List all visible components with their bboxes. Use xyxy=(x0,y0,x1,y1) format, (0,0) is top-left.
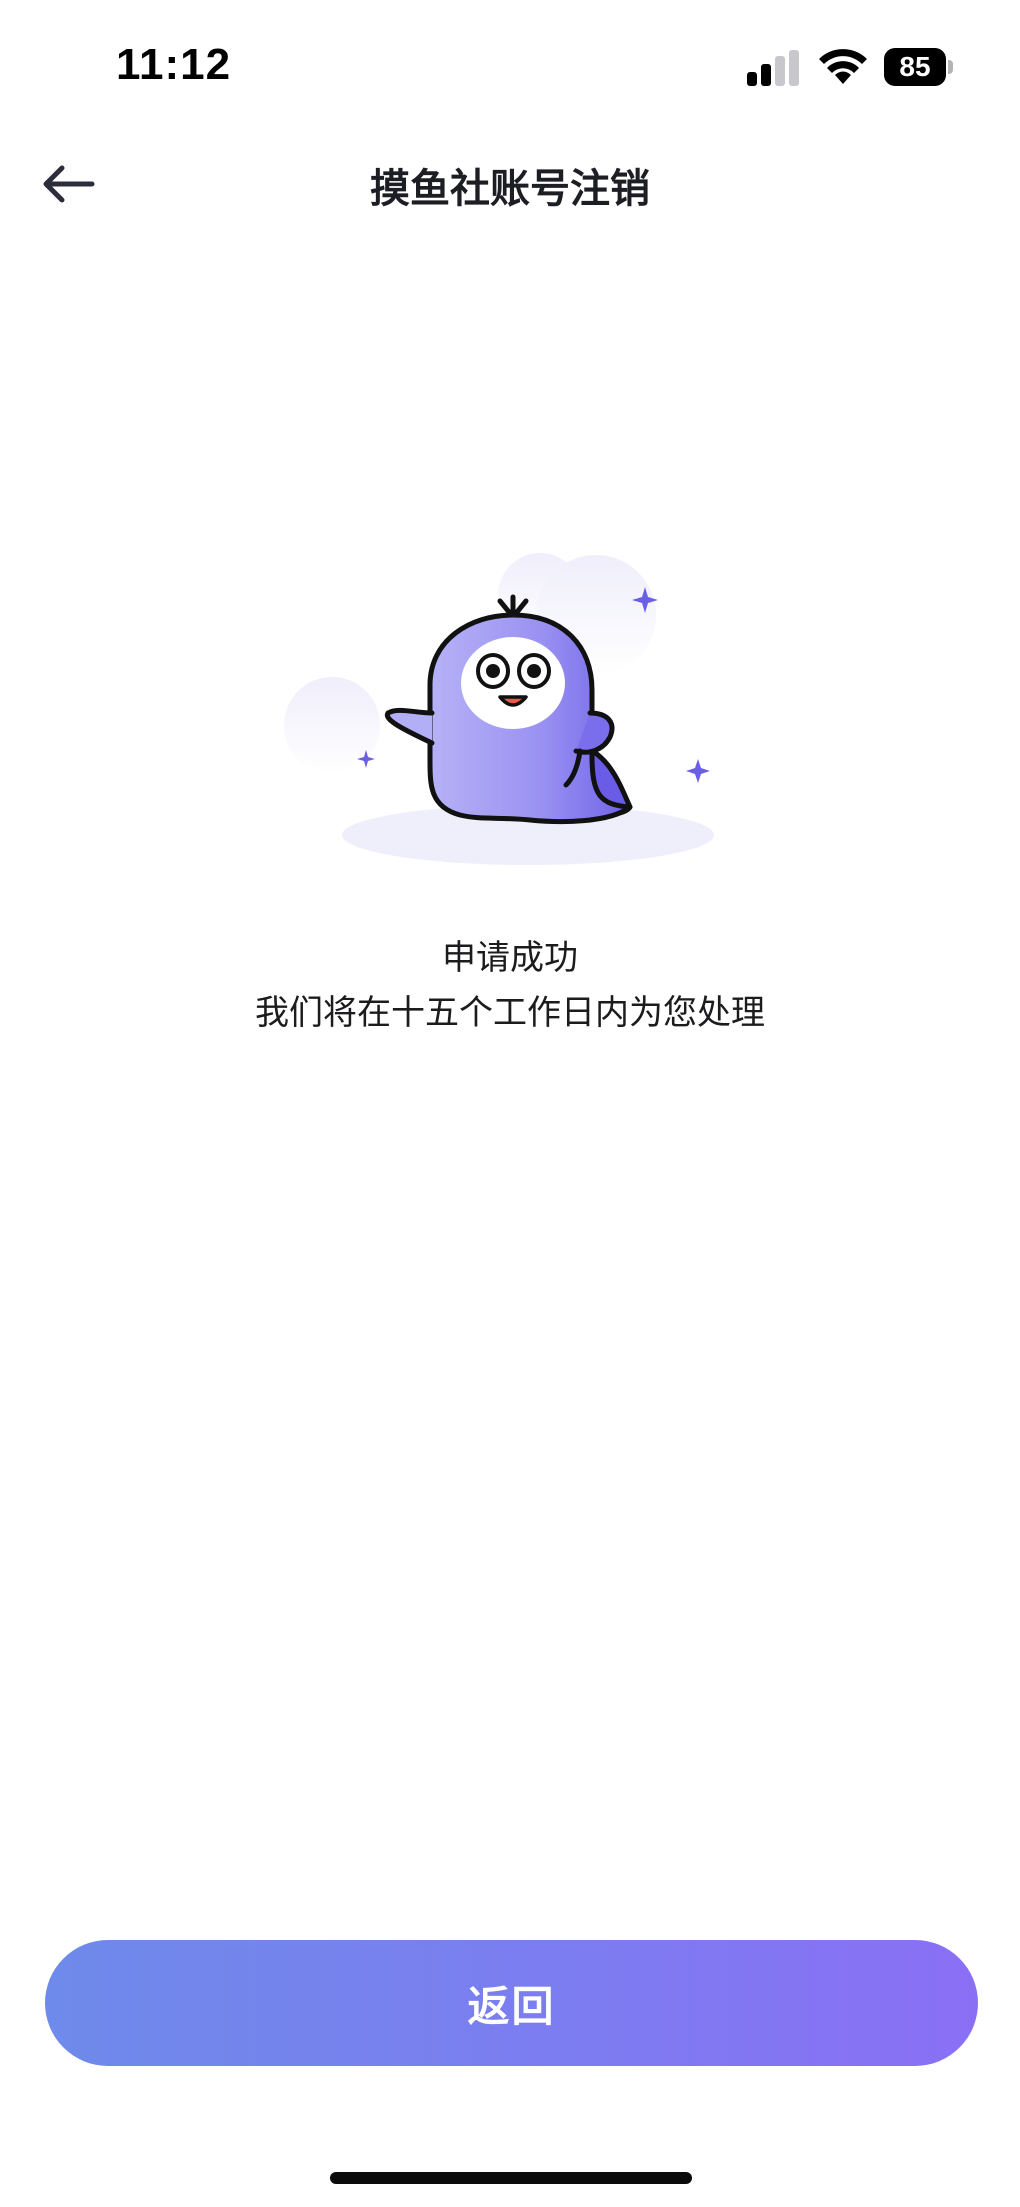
status-time: 11:12 xyxy=(116,40,232,89)
home-indicator[interactable] xyxy=(330,2172,692,2184)
battery-cap xyxy=(948,60,953,74)
nav-bar: 摸鱼社账号注销 xyxy=(0,130,1020,240)
signal-icon xyxy=(747,50,799,86)
wifi-icon xyxy=(819,49,867,84)
sparkle-icon xyxy=(686,759,710,783)
page-title: 摸鱼社账号注销 xyxy=(370,166,650,212)
result-title: 申请成功 xyxy=(442,938,578,978)
mascot-illustration xyxy=(284,553,714,865)
battery-icon: 85 xyxy=(884,48,954,86)
status-bar: 11:12 85 xyxy=(0,0,1020,130)
battery-level: 85 xyxy=(884,48,946,86)
mascot-left-arm xyxy=(384,707,435,746)
return-button[interactable]: 返回 xyxy=(45,1940,978,2066)
mascot-face xyxy=(461,637,565,729)
result-description: 我们将在十五个工作日内为您处理 xyxy=(255,993,765,1033)
